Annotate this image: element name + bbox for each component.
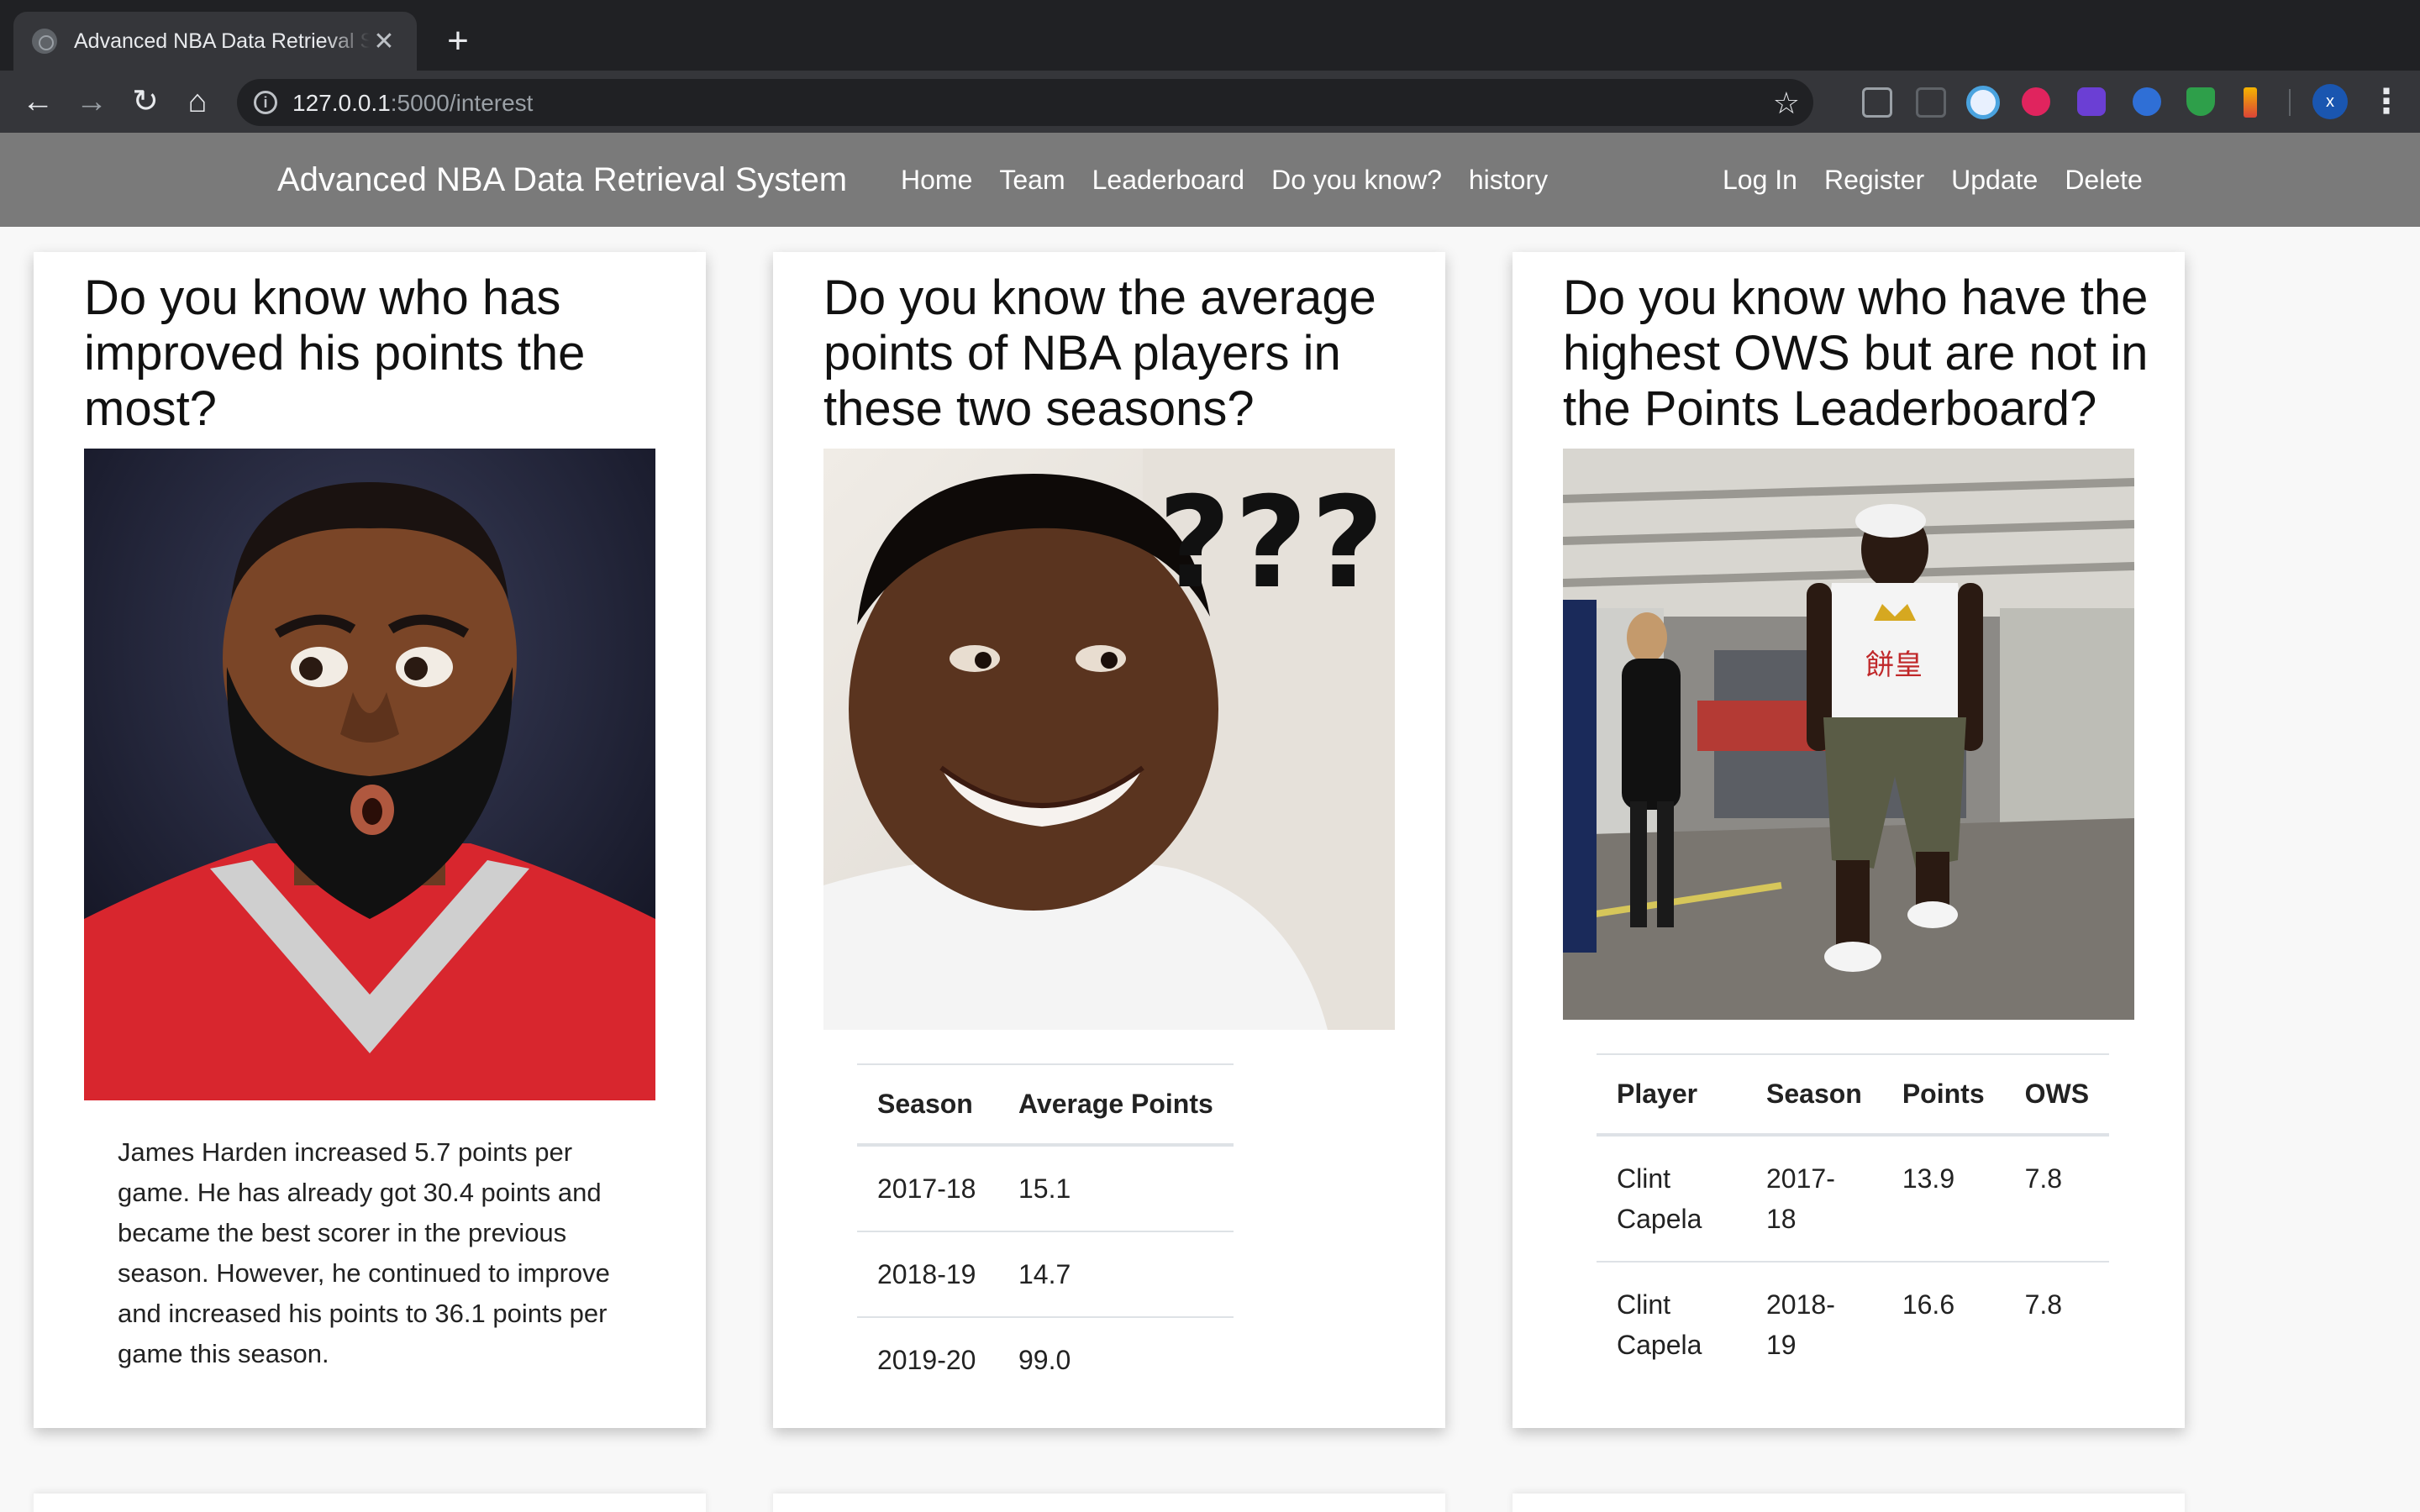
table-cell: 14.7 [998,1231,1234,1317]
nav-register[interactable]: Register [1824,165,1924,196]
close-tab-icon[interactable]: ✕ [370,27,398,56]
address-bar[interactable]: i 127.0.0.1:5000/interest ☆ [237,79,1813,126]
column-header: Season [1746,1053,1882,1137]
column-header: Player [1597,1053,1746,1137]
card-partial [773,1494,1445,1512]
capela-photo: 餅皇 [1563,449,2134,1020]
nav-team[interactable]: Team [999,165,1065,196]
nav-history[interactable]: history [1469,165,1548,196]
url-path: :5000/interest [390,90,534,116]
browser-toolbar: ← → ↻ ⌂ i 127.0.0.1:5000/interest ☆ x ⋮ [0,71,2420,133]
table-row: Clint Capela 2018- 19 16.6 7.8 [1597,1261,2110,1387]
column-header: OWS [2004,1053,2110,1137]
reader-extension-icon[interactable] [1862,87,1892,118]
card-title: Do you know who has improved his points … [84,270,586,436]
card-title: Do you know who have the highest OWS but… [1563,270,2149,436]
tab-title: Advanced NBA Data Retrieval System [74,29,370,53]
table-cell: 15.1 [998,1144,1234,1231]
card-most-improved: Do you know who has improved his points … [34,252,706,1428]
column-header: Average Points [998,1063,1234,1147]
table-cell: Clint Capela [1597,1134,1746,1262]
purple-extension-icon[interactable] [2077,87,2106,116]
nav-login[interactable]: Log In [1723,165,1797,196]
info-icon[interactable]: i [254,91,277,114]
table-cell: Clint Capela [1597,1261,1746,1387]
table-cell: 99.0 [998,1316,1234,1402]
shirt-text: 餅皇 [1865,648,1923,682]
table-cell: 2017-18 [857,1144,998,1231]
browser-tab[interactable]: Advanced NBA Data Retrieval System ✕ [13,12,417,71]
site-navbar: Advanced NBA Data Retrieval System Home … [0,133,2420,227]
site-brand[interactable]: Advanced NBA Data Retrieval System [277,161,847,199]
table-cell: 7.8 [2004,1134,2110,1262]
new-tab-button[interactable]: + [437,20,479,62]
url-host: 127.0.0.1 [292,90,391,116]
table-cell: 2018-19 [857,1231,998,1317]
auth-links: Log In Register Update Delete [1723,165,2143,196]
nav-links: Home Team Leaderboard Do you know? histo… [901,165,1548,196]
card-description: James Harden increased 5.7 points per ga… [118,1137,610,1368]
tab-extension-icon[interactable] [1916,87,1946,118]
blue-extension-icon[interactable] [2133,87,2161,116]
shield-extension-icon[interactable] [2186,87,2215,116]
url-text: 127.0.0.1:5000/interest [292,90,533,117]
browser-tabstrip: Advanced NBA Data Retrieval System ✕ + [0,0,2420,71]
card-partial [34,1494,706,1512]
table-row: 2019-20 99.0 [857,1316,1234,1402]
nav-leaderboard[interactable]: Leaderboard [1092,165,1244,196]
table-row: 2017-18 15.1 [857,1144,1234,1231]
card-partial [1512,1494,2185,1512]
home-icon[interactable]: ⌂ [176,81,218,123]
back-arrow-icon[interactable]: ← [17,81,59,123]
forward-arrow-icon[interactable]: → [71,81,113,123]
ows-table: Player Season Points OWS Clint Capela 201… [1597,1053,2110,1387]
pink-extension-icon[interactable] [2022,87,2050,116]
harden-photo [84,449,655,1100]
table-cell: 2018-19 [1746,1261,1882,1387]
table-row: Clint Capela 2017- 18 13.9 7.8 [1597,1134,2110,1262]
nav-delete[interactable]: Delete [2065,165,2143,196]
card-title: Do you know the average points of NBA pl… [823,270,1376,436]
color-extension-icon[interactable] [2244,87,2257,118]
table-cell: 16.6 [1881,1261,2005,1387]
table-cell: 13.9 [1881,1134,2005,1262]
table-cell: 2017-18 [1746,1134,1882,1262]
column-header: Season [857,1063,998,1147]
nav-do-you-know[interactable]: Do you know? [1271,165,1442,196]
card-average-points: Do you know the average points of NBA pl… [773,252,1445,1428]
toolbar-separator [2289,89,2291,116]
meme-caption: ??? [1158,470,1388,617]
menu-dots-icon[interactable]: ⋮ [2370,82,2403,121]
table-cell: 2019-20 [857,1316,998,1402]
nav-home[interactable]: Home [901,165,972,196]
table-cell: 7.8 [2004,1261,2110,1387]
reload-icon[interactable]: ↻ [124,81,166,123]
table-row: 2018-19 14.7 [857,1231,1234,1317]
column-header: Points [1881,1053,2005,1137]
globe-icon [32,29,57,54]
table-header-row: Player Season Points OWS [1597,1053,2110,1137]
average-points-table: Season Average Points 2017-18 15.1 2018-… [857,1063,1234,1402]
search-extension-icon[interactable] [1966,86,2000,119]
bookmark-star-icon[interactable]: ☆ [1773,86,1800,121]
nav-update[interactable]: Update [1951,165,2038,196]
table-header-row: Season Average Points [857,1063,1234,1147]
profile-avatar[interactable]: x [2312,84,2348,119]
meme-photo: ??? [823,449,1395,1030]
card-highest-ows: Do you know who have the highest OWS but… [1512,252,2185,1428]
